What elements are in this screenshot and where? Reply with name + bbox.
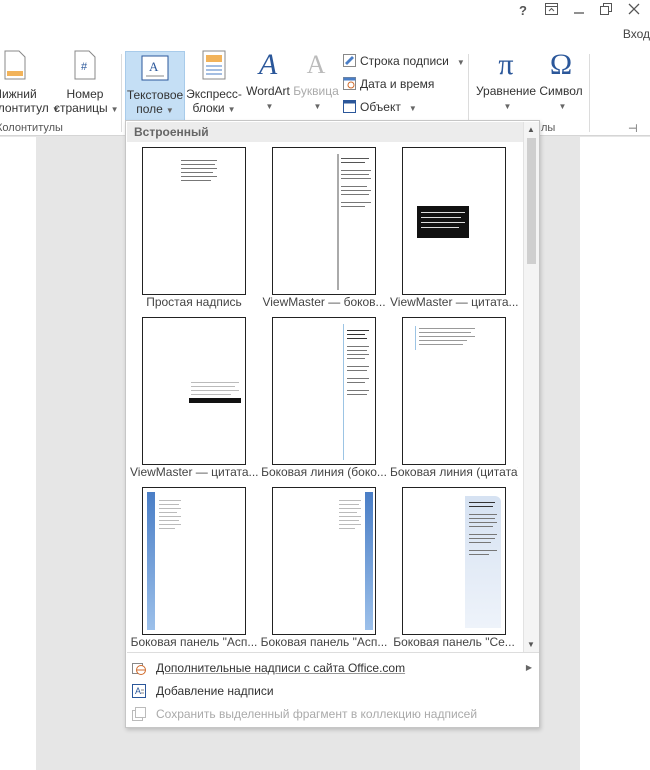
gallery-item-simple-text-box[interactable]	[142, 147, 246, 295]
minimize-icon[interactable]	[573, 3, 585, 18]
sign-in-link[interactable]: Вход	[623, 27, 650, 41]
dropcap-label: Буквица	[293, 84, 339, 98]
gallery-section-header: Встроенный	[127, 122, 523, 142]
text-box-label-2: поле	[136, 102, 163, 116]
gallery-item-viewmaster-sidebar[interactable]	[272, 147, 376, 295]
help-icon[interactable]: ?	[519, 3, 527, 18]
quick-parts-label-2: блоки	[192, 101, 225, 115]
gallery-item-viewmaster-quote[interactable]	[142, 317, 246, 465]
equation-button[interactable]: π Уравнение ▼	[474, 50, 538, 114]
scroll-thumb[interactable]	[527, 138, 536, 264]
equation-label: Уравнение	[475, 84, 537, 98]
text-box-label-1: Текстовое	[126, 88, 184, 102]
save-selection-item[interactable]: Сохранить выделенный фрагмент в коллекци…	[132, 704, 532, 724]
more-text-boxes-office-item[interactable]: Дополнительные надписи с сайта Office.co…	[132, 658, 532, 678]
footer-icon	[0, 50, 44, 83]
gallery-item-sideline-sidebar[interactable]	[272, 317, 376, 465]
save-selection-label: Сохранить выделенный фрагмент в коллекци…	[156, 707, 478, 721]
restore-icon[interactable]	[600, 3, 612, 18]
dropcap-button[interactable]: A Буквица ▼	[292, 50, 340, 114]
omega-icon: Ω	[549, 48, 573, 81]
text-box-button[interactable]: A Текстовое поле ▼	[125, 51, 185, 121]
gallery-caption: ViewMaster — цитата...	[130, 465, 258, 479]
gallery-caption: Боковая линия (цитата)	[390, 465, 518, 479]
gallery-caption: ViewMaster — цитата...	[390, 295, 518, 309]
footer-label-1: Нижний	[0, 87, 37, 101]
submenu-arrow-icon: ▶	[525, 663, 532, 672]
calendar-icon	[343, 77, 356, 90]
page-number-label-1: Номер	[66, 87, 104, 101]
group-separator	[121, 54, 122, 132]
scroll-down-arrow-icon[interactable]: ▼	[527, 640, 535, 649]
wordart-icon: A	[258, 48, 278, 81]
signature-icon	[343, 54, 356, 67]
symbol-label: Символ	[539, 84, 583, 98]
pin-ribbon-icon[interactable]: ⊣	[628, 122, 638, 135]
draw-text-box-item[interactable]: A Добавление надписи	[132, 681, 532, 701]
pi-icon: π	[498, 48, 514, 81]
object-label: Объект	[360, 100, 401, 114]
page-number-icon: #	[54, 50, 116, 83]
gallery-item-aspect-sidebar-left[interactable]	[142, 487, 246, 635]
footer-label-2: колонтитул	[0, 101, 49, 115]
gallery-caption: Простая надпись	[146, 295, 242, 309]
svg-text:A: A	[135, 686, 141, 696]
wordart-button[interactable]: A WordArt ▼	[244, 50, 292, 114]
close-icon[interactable]	[628, 3, 640, 18]
gallery-caption: Боковая панель "Асп...	[130, 635, 258, 649]
gallery-item-viewmaster-quote-dark[interactable]	[402, 147, 506, 295]
more-text-boxes-label: Дополнительные надписи с сайта Office.co…	[156, 661, 406, 675]
date-time-button[interactable]: Дата и время	[343, 75, 434, 93]
scroll-up-arrow-icon[interactable]: ▲	[527, 125, 535, 134]
group-label-symbols: лы	[541, 122, 556, 134]
document-page-edge-left	[0, 137, 36, 770]
quick-parts-label-1: Экспресс-	[186, 87, 242, 101]
gallery-item-semaphore-sidebar[interactable]	[402, 487, 506, 635]
footer-button[interactable]: Нижний колонтитул▼	[0, 50, 60, 117]
document-page-edge-right	[580, 137, 650, 770]
ribbon-display-options-icon[interactable]	[545, 3, 558, 18]
gallery-caption: Боковая панель "Се...	[393, 635, 515, 649]
gallery-scrollbar[interactable]: ▲ ▼	[523, 122, 539, 652]
gallery-caption: Боковая линия (боко...	[261, 465, 387, 479]
dropcap-icon: A	[306, 50, 326, 79]
object-button[interactable]: Объект ▼	[343, 98, 417, 116]
office-globe-icon	[132, 661, 146, 675]
quick-parts-icon	[186, 50, 242, 83]
gallery-item-aspect-sidebar-right[interactable]	[272, 487, 376, 635]
menu-divider	[127, 652, 539, 653]
symbol-button[interactable]: Ω Символ ▼	[538, 50, 584, 114]
text-box-gallery: Встроенный Простая надпись ViewMaster — …	[125, 120, 540, 728]
group-label-headers-footers: Колонтитулы	[0, 122, 63, 134]
svg-text:#: #	[81, 61, 88, 73]
title-bar: ? Вход	[0, 0, 650, 48]
signature-line-label: Строка подписи	[360, 54, 449, 68]
date-time-label: Дата и время	[360, 77, 435, 91]
page-number-button[interactable]: # Номер страницы ▼	[54, 50, 119, 117]
signature-line-button[interactable]: Строка подписи ▼	[343, 52, 465, 70]
text-box-small-icon: A	[132, 684, 146, 698]
group-separator	[589, 54, 590, 132]
svg-text:A: A	[149, 59, 159, 74]
page-number-label-2: страницы	[54, 101, 108, 115]
save-to-gallery-icon	[132, 707, 146, 721]
gallery-caption: Боковая панель "Асп...	[260, 635, 388, 649]
draw-text-box-label: Добавление надписи	[156, 684, 274, 698]
object-icon	[343, 100, 356, 113]
wordart-label: WordArt	[246, 84, 290, 98]
text-box-icon: A	[126, 55, 184, 84]
gallery-item-sideline-quote[interactable]	[402, 317, 506, 465]
gallery-caption: ViewMaster — боков...	[262, 295, 386, 309]
quick-parts-button[interactable]: Экспресс- блоки ▼	[186, 50, 242, 117]
